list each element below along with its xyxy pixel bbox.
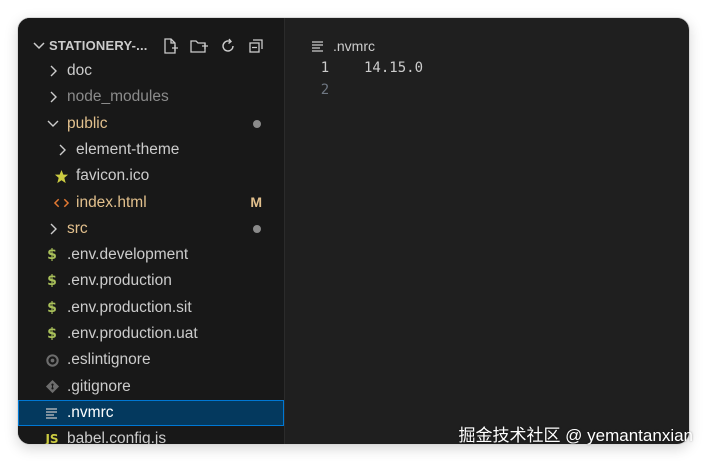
tree-item-label: public (67, 114, 108, 132)
new-folder-icon[interactable] (188, 35, 210, 57)
dollar-icon: $ (47, 273, 57, 290)
tree-item-label: .eslintignore (67, 351, 151, 369)
tree-file[interactable]: index.html M (18, 190, 284, 216)
tree-file[interactable]: .eslintignore (18, 347, 284, 373)
watermark: 掘金技术社区 @ yemantanxian (458, 426, 693, 445)
tree-file[interactable]: $ .env.production.uat (18, 321, 284, 347)
tree-file[interactable]: .nvmrc (18, 399, 284, 426)
dollar-icon: $ (47, 299, 57, 316)
breadcrumb-file[interactable]: .nvmrc (333, 38, 375, 54)
tree-folder[interactable]: public (18, 111, 284, 137)
tree-file[interactable]: favicon.ico (18, 163, 284, 189)
tree-file[interactable]: $ .env.development (18, 242, 284, 268)
tree-folder[interactable]: node_modules (18, 84, 284, 110)
workspace-title[interactable]: STATIONERY-... (49, 38, 148, 53)
tree-item-label: .env.production.uat (67, 325, 198, 342)
star-icon (53, 167, 69, 185)
tree-item-label: doc (67, 62, 92, 79)
line-text[interactable]: 14.15.0 (364, 60, 423, 76)
tree-file[interactable]: $ .env.production.sit (18, 295, 284, 321)
tree-folder[interactable]: src (18, 216, 284, 242)
new-file-icon[interactable] (159, 35, 181, 57)
tree-item-label: .env.production (67, 272, 172, 290)
git-status-badge: M (250, 193, 262, 210)
tree-item-label: .env.development (67, 246, 189, 264)
tree-item-label: .env.production.sit (67, 298, 192, 316)
tree-item-label: index.html (76, 193, 147, 211)
js-icon: JS (45, 432, 59, 444)
line-number: 1 (320, 60, 330, 76)
line-number: 2 (320, 82, 330, 98)
code-brackets-icon (53, 194, 69, 212)
refresh-icon[interactable] (217, 35, 239, 57)
chevron-right-icon (54, 141, 70, 159)
tree-file[interactable]: .gitignore (18, 374, 284, 400)
tree-item-label: .gitignore (67, 377, 131, 395)
git-icon (44, 378, 60, 396)
tree-item-label: node_modules (67, 88, 169, 106)
dollar-icon: $ (47, 326, 57, 342)
dollar-icon: $ (47, 247, 57, 264)
code-line[interactable]: 2 (285, 80, 689, 102)
modified-dot-icon (253, 119, 261, 128)
editor-pane[interactable]: .nvmrc 1 14.15.0 2 (285, 18, 689, 444)
tree-item-label: favicon.ico (76, 167, 150, 185)
code-line[interactable]: 1 14.15.0 (285, 58, 689, 80)
tree-file[interactable]: JS babel.config.js (18, 426, 284, 444)
chevron-down-icon[interactable] (30, 36, 48, 54)
breadcrumb[interactable]: .nvmrc (311, 37, 375, 55)
chevron-down-icon (45, 115, 61, 133)
explorer-section-header[interactable]: STATIONERY-... (18, 34, 284, 58)
tree-item-label: element-theme (76, 140, 180, 158)
tree-item-label: .nvmrc (67, 403, 114, 421)
lines-icon (44, 404, 60, 422)
tree-item-label: babel.config.js (67, 430, 167, 444)
vscode-window: STATIONERY-... doc node_modulespublic elem… (18, 18, 689, 444)
tree-item-label: src (67, 219, 88, 237)
tree-folder[interactable]: element-theme (18, 137, 284, 163)
chevron-right-icon (45, 220, 61, 238)
tree-file[interactable]: $ .env.production (18, 268, 284, 294)
chevron-right-icon (45, 88, 61, 106)
chevron-right-icon (45, 62, 61, 80)
lines-icon (311, 39, 325, 53)
modified-dot-icon (253, 224, 261, 233)
explorer-sidebar: STATIONERY-... doc node_modulespublic elem… (18, 18, 285, 444)
collapse-all-icon[interactable] (245, 35, 267, 57)
tree-folder[interactable]: doc (18, 58, 284, 84)
gear-icon (44, 351, 60, 369)
